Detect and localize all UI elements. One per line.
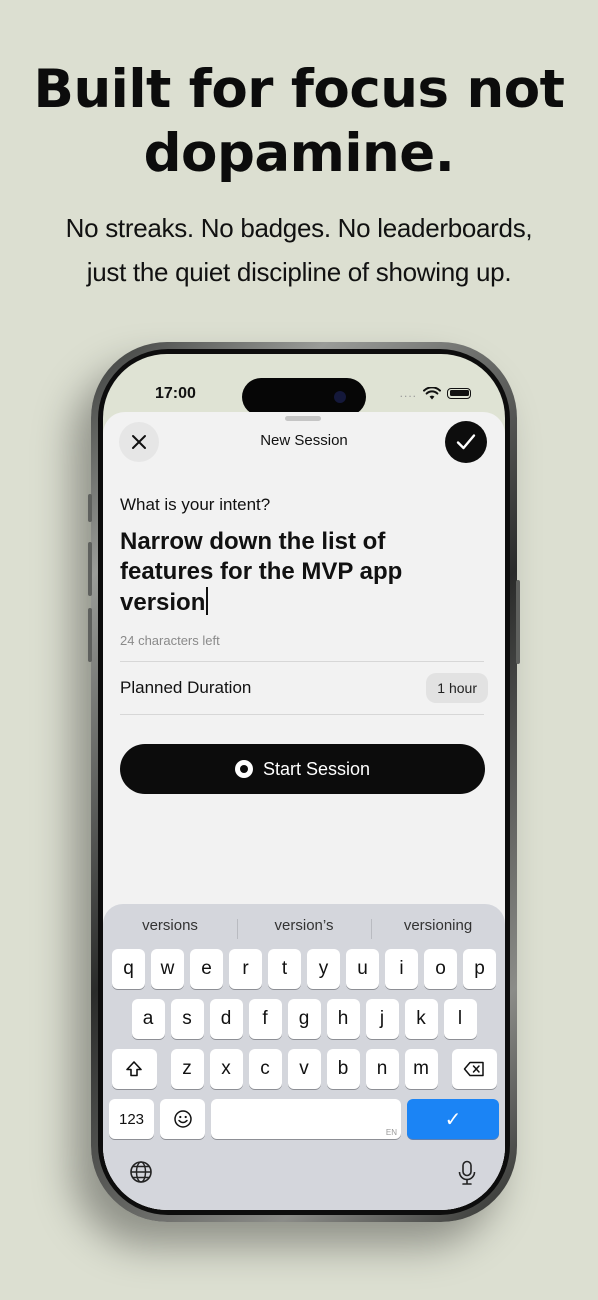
phone-frame: 17:00 .... New Session What is your inte… — [88, 342, 520, 1222]
delete-key[interactable] — [451, 1049, 497, 1089]
space-key[interactable]: EN — [211, 1099, 401, 1139]
subline: No streaks. No badges. No leaderboards, … — [0, 206, 598, 294]
sheet-grabber[interactable] — [285, 416, 321, 421]
subline-line-1: No streaks. No badges. No leaderboards, — [65, 213, 533, 243]
key-b[interactable]: b — [326, 1049, 360, 1089]
return-key-label: ✓ — [444, 1108, 462, 1131]
key-m[interactable]: m — [404, 1049, 438, 1089]
key-a[interactable]: a — [131, 999, 165, 1039]
suggestion-item[interactable]: version’s — [237, 917, 371, 939]
key-u[interactable]: u — [346, 949, 379, 989]
camera-lens — [334, 391, 346, 403]
numbers-key[interactable]: 123 — [109, 1099, 154, 1139]
checkmark-icon — [456, 434, 476, 450]
key-q[interactable]: q — [112, 949, 145, 989]
key-g[interactable]: g — [287, 999, 321, 1039]
status-time: 17:00 — [155, 385, 196, 402]
key-w[interactable]: w — [151, 949, 184, 989]
phone-screen: 17:00 .... New Session What is your inte… — [103, 354, 505, 1210]
divider — [120, 661, 484, 662]
shift-key[interactable] — [111, 1049, 157, 1089]
characters-left: 24 characters left — [120, 633, 220, 648]
key-e[interactable]: e — [190, 949, 223, 989]
return-key[interactable]: ✓ — [407, 1099, 499, 1139]
shift-icon — [126, 1061, 142, 1077]
power-button — [516, 580, 520, 664]
key-p[interactable]: p — [463, 949, 496, 989]
wifi-icon — [423, 386, 441, 399]
keyboard: versions version’s versioning q w e r t … — [103, 904, 505, 1210]
start-session-button[interactable]: Start Session — [120, 744, 485, 794]
status-icons: .... — [400, 386, 471, 400]
key-l[interactable]: l — [443, 999, 477, 1039]
signal-dots: .... — [399, 386, 417, 400]
key-s[interactable]: s — [170, 999, 204, 1039]
intent-text: Narrow down the list of features for the… — [120, 528, 403, 616]
headline: Built for focus not dopamine. — [33, 59, 565, 184]
key-t[interactable]: t — [268, 949, 301, 989]
key-k[interactable]: k — [404, 999, 438, 1039]
microphone-icon — [458, 1160, 476, 1185]
key-c[interactable]: c — [248, 1049, 282, 1089]
duration-label: Planned Duration — [120, 678, 252, 697]
emoji-key[interactable] — [160, 1099, 205, 1139]
globe-button[interactable] — [129, 1160, 153, 1189]
globe-icon — [130, 1161, 152, 1183]
suggestion-item[interactable]: versioning — [371, 917, 505, 939]
key-row-1: q w e r t y u i o p — [103, 949, 505, 989]
record-icon — [234, 760, 253, 778]
delete-icon — [463, 1061, 484, 1077]
subline-line-2: just the quiet discipline of showing up. — [86, 257, 512, 287]
duration-value: 1 hour — [437, 680, 477, 696]
key-i[interactable]: i — [385, 949, 418, 989]
key-f[interactable]: f — [248, 999, 282, 1039]
start-session-label: Start Session — [262, 758, 371, 779]
key-row-3: z x c v b n m — [103, 1049, 505, 1089]
volume-up-button — [88, 542, 92, 596]
intent-input[interactable]: Narrow down the list of features for the… — [120, 527, 440, 618]
space-locale: EN — [385, 1128, 397, 1137]
battery-icon — [447, 387, 471, 399]
suggestion-item[interactable]: versions — [103, 917, 237, 934]
volume-down-button — [88, 608, 92, 662]
key-row-4: 123 EN ✓ — [103, 1099, 505, 1139]
emoji-icon — [173, 1110, 192, 1128]
key-j[interactable]: j — [365, 999, 399, 1039]
key-z[interactable]: z — [170, 1049, 204, 1089]
dictation-button[interactable] — [457, 1160, 477, 1191]
key-d[interactable]: d — [209, 999, 243, 1039]
key-x[interactable]: x — [209, 1049, 243, 1089]
key-n[interactable]: n — [365, 1049, 399, 1089]
duration-picker[interactable]: 1 hour — [426, 673, 488, 703]
key-y[interactable]: y — [307, 949, 340, 989]
suggestion-bar: versions version’s versioning — [103, 910, 505, 940]
key-v[interactable]: v — [287, 1049, 321, 1089]
dynamic-island — [242, 378, 366, 416]
key-r[interactable]: r — [229, 949, 262, 989]
key-o[interactable]: o — [424, 949, 457, 989]
divider — [120, 714, 484, 715]
confirm-button[interactable] — [445, 421, 487, 463]
key-h[interactable]: h — [326, 999, 360, 1039]
text-caret — [206, 587, 209, 615]
action-button — [88, 494, 92, 522]
intent-prompt: What is your intent? — [120, 495, 271, 514]
key-row-2: a s d f g h j k l — [103, 999, 505, 1039]
